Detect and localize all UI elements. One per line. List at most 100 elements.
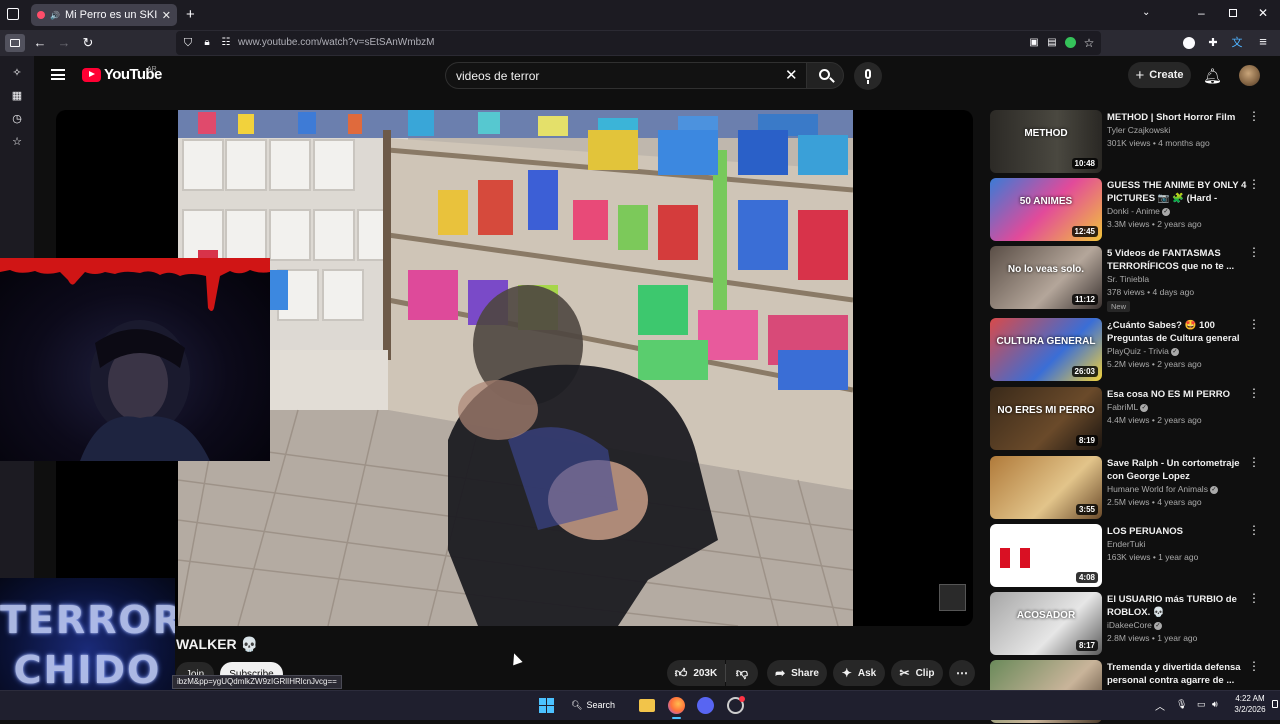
picture-in-picture-icon[interactable]: ▣ — [1026, 36, 1042, 50]
recommendation-item[interactable]: METHOD 10:48 METHOD | Short Horror Film Tyl… — [990, 110, 1265, 174]
bookmark-star-icon[interactable]: ☆ — [1081, 36, 1097, 50]
tray-chevron-icon[interactable]: ︿ — [1155, 698, 1165, 713]
ask-button[interactable]: ✦ Ask — [833, 660, 885, 686]
forward-icon[interactable]: → — [56, 36, 72, 50]
window-minimize-button[interactable]: – — [1198, 6, 1205, 20]
browser-tab-active[interactable]: 🔊 Mi Perro es un SKINWALKER ✕ — [31, 4, 177, 26]
recommendation-title[interactable]: Esa cosa NO ES MI PERRO — [1107, 388, 1247, 401]
windows-start-icon[interactable] — [539, 698, 554, 713]
channel-name[interactable]: Sr. Tiniebla — [1107, 274, 1149, 284]
view-count: 163K views — [1107, 552, 1151, 562]
tab-overflow-chevron-icon[interactable]: ⌄ — [1142, 7, 1150, 18]
channel-name[interactable]: Donki - Anime ✓ — [1107, 206, 1170, 216]
recommendation-title[interactable]: METHOD | Short Horror Film — [1107, 111, 1247, 124]
file-explorer-icon[interactable] — [639, 699, 655, 712]
extension-green-icon[interactable] — [1065, 37, 1076, 48]
tab-close-icon[interactable]: ✕ — [162, 9, 171, 22]
recommendation-title[interactable]: GUESS THE ANIME BY ONLY 4 PICTURES 📷 🧩 (… — [1107, 179, 1247, 205]
video-duration: 8:19 — [1075, 435, 1098, 446]
tracking-shield-icon[interactable]: ⛉ — [180, 36, 196, 50]
recommendation-item[interactable]: 50 ANIMES 12:45 GUESS THE ANIME BY ONLY 4 … — [990, 178, 1265, 242]
dislike-button[interactable]: 👎︎ — [726, 660, 758, 686]
like-button[interactable]: 👍︎ 203K — [667, 660, 725, 686]
recommendation-item[interactable]: CULTURA GENERAL 26:03 ¿Cuánto Sabes? 🤩 100… — [990, 318, 1265, 382]
app-menu-icon[interactable]: ≡ — [1255, 35, 1271, 49]
account-circle-icon[interactable] — [1183, 37, 1195, 49]
bookmarks-icon[interactable]: ☆ — [9, 135, 25, 149]
taskbar-clock[interactable]: 4:22 AM 3/2/2026 — [1230, 693, 1270, 715]
address-bar[interactable]: ⛉ 🔒︎ ☷ www.youtube.com/watch?v=sEtSAnWmb… — [176, 31, 1101, 55]
video-thumbnail[interactable]: NO ERES MI PERRO 8:19 — [990, 387, 1102, 450]
translate-extension-icon[interactable]: 文 — [1229, 36, 1245, 50]
voice-search-button[interactable] — [854, 62, 882, 90]
recommendation-item[interactable]: 3:55 Save Ralph - Un cortometraje con Geo… — [990, 456, 1265, 520]
recommendation-title[interactable]: Tremenda y divertida defensa personal co… — [1107, 661, 1247, 687]
more-options-icon[interactable]: ⋮ — [1248, 178, 1260, 190]
tray-network-icon[interactable]: ▭ — [1197, 699, 1206, 710]
share-button[interactable]: ➦ Share — [767, 660, 827, 686]
notification-center-icon[interactable] — [1272, 700, 1278, 708]
lock-icon[interactable]: 🔒︎ — [199, 36, 215, 50]
video-thumbnail[interactable]: CULTURA GENERAL 26:03 — [990, 318, 1102, 381]
more-options-icon[interactable]: ⋮ — [1248, 318, 1260, 330]
back-icon[interactable]: ← — [32, 36, 48, 50]
video-thumbnail[interactable]: 50 ANIMES 12:45 — [990, 178, 1102, 241]
history-icon[interactable]: ◷ — [9, 112, 25, 126]
window-close-button[interactable]: ✕ — [1258, 6, 1268, 20]
recommendation-title[interactable]: El USUARIO más TURBIO de ROBLOX. 💀 — [1107, 593, 1247, 619]
taskbar-search[interactable]: 🔍︎ Search — [571, 696, 629, 714]
recommendation-title[interactable]: LOS PERUANOS — [1107, 525, 1247, 538]
extensions-puzzle-icon[interactable]: ✚ — [1205, 36, 1221, 50]
recommendation-item[interactable]: 4:08 LOS PERUANOS EnderTuki 163K views • 1 … — [990, 524, 1265, 588]
verified-check-icon: ✓ — [1161, 207, 1170, 216]
sidebar-toggle-icon[interactable] — [5, 34, 25, 52]
tray-volume-icon[interactable]: 🔊︎ — [1212, 699, 1218, 710]
more-options-icon[interactable]: ⋮ — [1248, 524, 1260, 536]
video-thumbnail[interactable]: No lo veas solo. 11:12 — [990, 246, 1102, 309]
avatar[interactable] — [1239, 65, 1260, 86]
recommendation-item[interactable]: NO ERES MI PERRO 8:19 Esa cosa NO ES MI PE… — [990, 387, 1265, 451]
recommendation-item[interactable]: No lo veas solo. 11:12 5 Videos de FANTASM… — [990, 246, 1265, 312]
channel-name[interactable]: FabriML ✓ — [1107, 402, 1149, 412]
tray-mic-icon[interactable]: 🎙︎ — [1176, 699, 1187, 710]
recommendation-item[interactable]: ACOSADOR 8:17 El USUARIO más TURBIO de ROB… — [990, 592, 1265, 656]
video-thumbnail[interactable]: ACOSADOR 8:17 — [990, 592, 1102, 655]
recommendation-title[interactable]: ¿Cuánto Sabes? 🤩 100 Preguntas de Cultur… — [1107, 319, 1247, 345]
channel-watermark[interactable] — [939, 584, 966, 611]
speaker-icon[interactable]: 🔊 — [50, 11, 60, 20]
more-options-icon[interactable]: ⋮ — [1248, 456, 1260, 468]
window-restore-button[interactable] — [1229, 9, 1237, 17]
more-options-icon[interactable]: ⋮ — [1248, 246, 1260, 258]
recommendation-title[interactable]: Save Ralph - Un cortometraje con George … — [1107, 457, 1247, 483]
video-frame[interactable] — [178, 110, 853, 626]
ai-chat-icon[interactable]: ✧ — [9, 66, 25, 80]
tab-list-icon[interactable] — [7, 8, 19, 20]
more-options-icon[interactable]: ⋮ — [1248, 110, 1260, 122]
recommendation-title[interactable]: 5 Videos de FANTASMAS TERRORÍFICOS que n… — [1107, 247, 1247, 273]
clear-search-icon[interactable]: ✕ — [785, 66, 798, 84]
channel-name[interactable]: Tyler Czajkowski — [1107, 125, 1170, 135]
video-thumbnail[interactable]: METHOD 10:48 — [990, 110, 1102, 173]
reload-icon[interactable]: ↻ — [80, 36, 96, 50]
more-options-icon[interactable]: ⋮ — [1248, 660, 1260, 672]
firefox-icon[interactable] — [668, 697, 685, 714]
new-tab-button[interactable]: + — [186, 6, 195, 23]
more-options-icon[interactable]: ⋮ — [1248, 592, 1260, 604]
more-actions-button[interactable]: ⋯ — [949, 660, 975, 686]
video-thumbnail[interactable]: 4:08 — [990, 524, 1102, 587]
more-options-icon[interactable]: ⋮ — [1248, 387, 1260, 399]
reader-mode-icon[interactable]: ▤ — [1044, 36, 1060, 50]
synced-tabs-icon[interactable]: ▦ — [9, 89, 25, 103]
hamburger-menu-icon[interactable] — [51, 69, 65, 80]
permissions-icon[interactable]: ☷ — [218, 36, 234, 50]
create-button[interactable]: + Create — [1128, 62, 1191, 88]
search-button[interactable] — [806, 62, 844, 89]
discord-icon[interactable] — [697, 697, 714, 714]
channel-name[interactable]: Humane World for Animals ✓ — [1107, 484, 1218, 494]
notifications-bell-icon[interactable]: 🔔︎ — [1203, 67, 1222, 85]
clip-button[interactable]: ✂ Clip — [891, 660, 943, 686]
channel-name[interactable]: PlayQuiz - Trivia ✓ — [1107, 346, 1179, 356]
channel-name[interactable]: EnderTuki — [1107, 539, 1145, 549]
video-thumbnail[interactable]: 3:55 — [990, 456, 1102, 519]
channel-name[interactable]: iDakeeCore ✓ — [1107, 620, 1162, 630]
